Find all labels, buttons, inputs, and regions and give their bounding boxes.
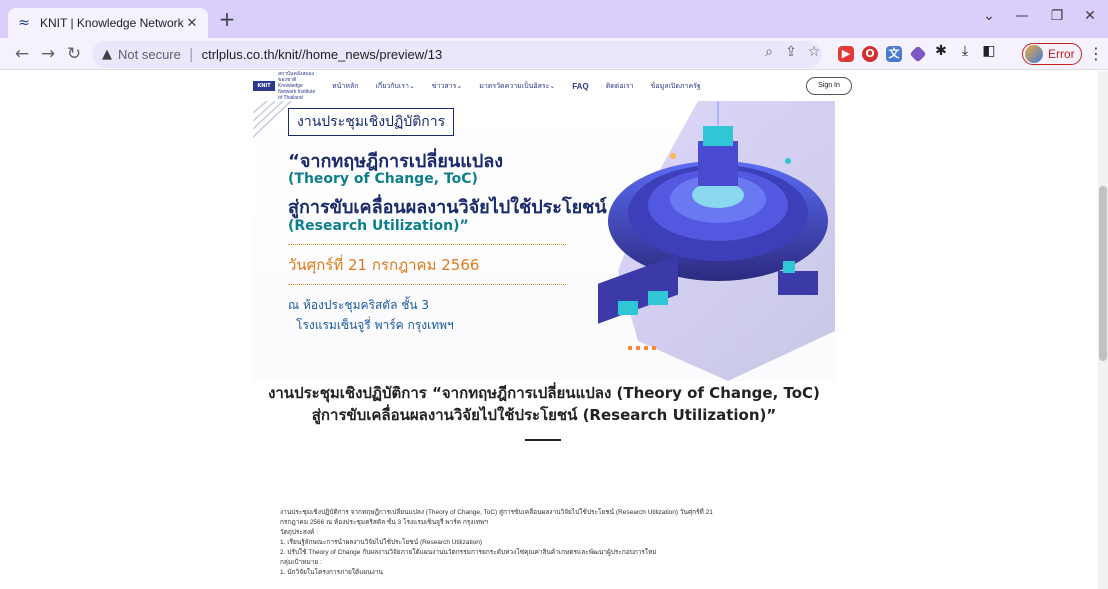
nav-about[interactable]: เกี่ยวกับเรา⌄ [375, 81, 414, 92]
tab-strip: ≈ KNIT | Knowledge Network Instit ✕ + ⌄ … [0, 0, 1108, 38]
reload-icon[interactable]: ↻ [62, 42, 86, 66]
event-venue-line2: โรงแรมเซ็นจูรี่ พาร์ค กรุงเทพฯ [296, 318, 454, 332]
site-logo[interactable]: KNIT สถาบันคลังสมองของชาติ Knowledge Net… [253, 71, 318, 101]
article-headline: งานประชุมเชิงปฏิบัติการ “จากทฤษฎีการเปลี… [253, 382, 835, 426]
logo-mark: KNIT [253, 81, 275, 91]
forward-arrow-icon[interactable]: → [36, 42, 60, 66]
warning-triangle-icon[interactable]: ▲ [102, 47, 112, 62]
nav-independence-index[interactable]: มาตรวัดความเป็นอิสระ⌄ [479, 81, 555, 92]
tab-close-icon[interactable]: ✕ [184, 16, 200, 31]
nav-contact[interactable]: ติดต่อเรา [606, 81, 634, 92]
body-paragraph: 1. นักวิจัยในโครงการภายใต้แผนงาน [280, 569, 383, 576]
download-icon[interactable]: ⤓ [956, 43, 974, 59]
security-label[interactable]: Not secure [118, 47, 181, 62]
site-favicon-icon: ≈ [18, 15, 30, 31]
logo-text: สถาบันคลังสมองของชาติ Knowledge Network … [278, 71, 316, 101]
minimize-button[interactable]: — [1008, 8, 1036, 28]
body-paragraph: งานประชุมเชิงปฏิบัติการ จากทฤษฎีการเปลี่… [280, 509, 713, 516]
tab-title: KNIT | Knowledge Network Instit [40, 16, 184, 30]
banner-title-line3: สู่การขับเคลื่อนผลงานวิจัยไปใช้ประโยชน์ [288, 197, 607, 218]
browser-toolbar: ← → ↻ ▲ Not secure | ctrlplus.co.th/knit… [0, 38, 1108, 70]
nav-news[interactable]: ข่าวสาร⌄ [432, 81, 462, 92]
avatar [1025, 45, 1043, 63]
browser-tab[interactable]: ≈ KNIT | Knowledge Network Instit ✕ [8, 8, 208, 38]
headline-line1: งานประชุมเชิงปฏิบัติการ “จากทฤษฎีการเปลี… [268, 384, 820, 402]
tab-search-icon[interactable]: ⌄ [975, 8, 1003, 28]
close-window-button[interactable]: ✕ [1076, 8, 1104, 28]
event-type-label: งานประชุมเชิงปฏิบัติการ [288, 108, 455, 136]
banner-title-line4: (Research Utilization)” [288, 218, 469, 234]
extensions-puzzle-icon[interactable]: ✱ [932, 43, 950, 59]
extension-diamond-icon[interactable] [909, 45, 927, 63]
body-paragraph: 1. เรียนรู้ลักษณะการนำผลงานวิจัยไปใช้ประ… [280, 539, 483, 546]
event-venue-line1: ณ ห้องประชุมคริสตัล ชั้น 3 [288, 298, 430, 312]
event-date: วันศุกร์ที่ 21 กรกฎาคม 2566 [288, 256, 480, 274]
body-paragraph: 2. ปรับใช้ Theory of Change กับผลงานวิจั… [280, 549, 657, 556]
dotted-divider [288, 284, 566, 285]
share-icon[interactable]: ⇪ [782, 44, 800, 60]
stripe-decoration [253, 101, 292, 138]
vertical-scrollbar[interactable] [1098, 71, 1108, 589]
extension-video-icon[interactable]: ▶ [838, 46, 854, 62]
event-banner: งานประชุมเชิงปฏิบัติการ “จากทฤษฎีการเปลี… [253, 101, 835, 381]
nav-open-data[interactable]: ข้อมูลเปิดภาครัฐ [651, 81, 701, 92]
bookmark-star-icon[interactable]: ☆ [805, 44, 823, 60]
page-viewport: KNIT สถาบันคลังสมองของชาติ Knowledge Net… [0, 71, 1098, 589]
address-bar[interactable]: ▲ Not secure | ctrlplus.co.th/knit//home… [92, 41, 822, 68]
url-text[interactable]: ctrlplus.co.th/knit//home_news/preview/1… [202, 47, 443, 62]
extension-translate-icon[interactable]: 文 [886, 46, 902, 62]
divider: | [188, 46, 194, 63]
banner-title-line2: (Theory of Change, ToC) [288, 171, 478, 187]
isometric-city-illustration [598, 101, 835, 381]
extension-opera-icon[interactable]: O [862, 46, 878, 62]
zoom-icon[interactable]: ⌕ [760, 44, 778, 60]
article-body: งานประชุมเชิงปฏิบัติการ จากทฤษฎีการเปลี่… [280, 508, 840, 578]
restore-button[interactable]: ❐ [1043, 8, 1071, 28]
profile-error-button[interactable]: Error [1022, 43, 1082, 65]
new-tab-button[interactable]: + [216, 9, 238, 31]
site-navbar: KNIT สถาบันคลังสมองของชาติ Knowledge Net… [253, 71, 852, 101]
menu-kebab-icon[interactable]: ⋮ [1088, 44, 1104, 63]
body-paragraph: กลุ่มเป้าหมาย : [280, 559, 322, 566]
side-panel-icon[interactable]: ◧ [980, 43, 998, 59]
profile-status: Error [1048, 47, 1075, 61]
back-arrow-icon[interactable]: ← [10, 42, 34, 66]
nav-home[interactable]: หน้าหลัก [332, 81, 358, 92]
body-paragraph: กรกฎาคม 2566 ณ ห้องประชุมคริสตัล ชั้น 3 … [280, 519, 488, 526]
body-paragraph: วัตถุประสงค์ : [280, 529, 319, 536]
headline-underline [525, 439, 561, 441]
dotted-divider [288, 244, 566, 245]
nav-faq[interactable]: FAQ [572, 82, 588, 91]
sign-in-button[interactable]: Sign In [806, 77, 852, 95]
headline-line2: สู่การขับเคลื่อนผลงานวิจัยไปใช้ประโยชน์ … [311, 406, 777, 424]
scrollbar-thumb[interactable] [1099, 186, 1107, 361]
